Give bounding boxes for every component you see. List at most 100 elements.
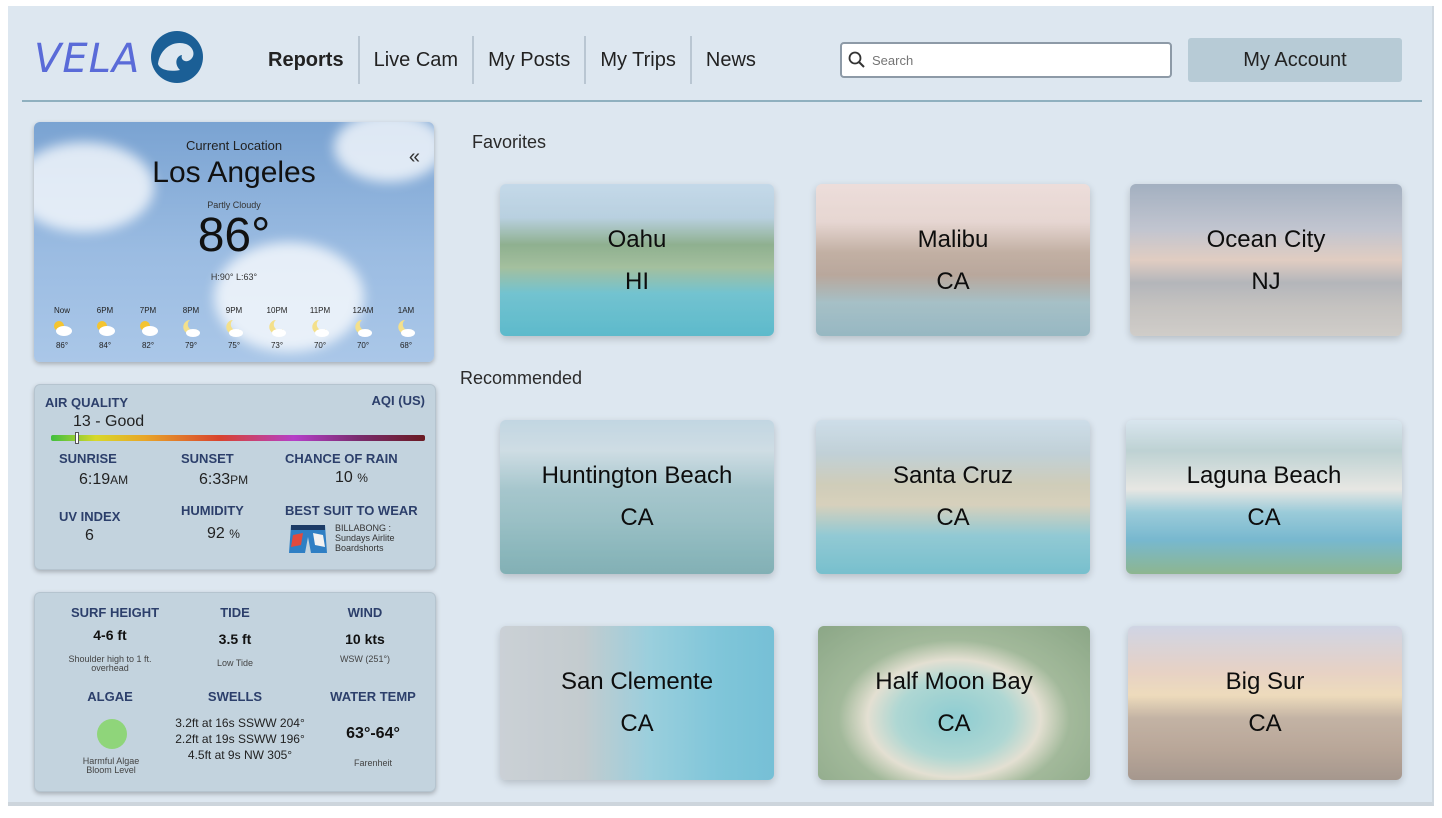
swell-item: 4.5ft at 9s NW 305° xyxy=(187,748,293,762)
hourly-forecast: Now 86° 6PM 84° 7PM 82° 8PM 79° 9PM 75° 10PM 73° 11P… xyxy=(42,306,426,350)
moon-cloud-icon xyxy=(226,320,243,337)
hour-forecast-item: 6PM 84° xyxy=(85,306,125,350)
current-temperature: 86° xyxy=(197,209,271,262)
hour-temp: 68° xyxy=(399,341,413,350)
moon-cloud-icon xyxy=(183,320,200,337)
tile-name: Half Moon Bay xyxy=(875,668,1033,695)
search-input[interactable] xyxy=(872,52,1152,68)
nav-reports[interactable]: Reports xyxy=(260,36,358,84)
algae-label: ALGAE xyxy=(87,689,133,704)
uv-index-value: 6 xyxy=(85,527,94,544)
chance-of-rain-value: 10 % xyxy=(335,469,368,486)
nav-my-trips[interactable]: My Trips xyxy=(584,36,690,84)
aqi-scale-bar xyxy=(51,435,425,441)
tide-label: TIDE xyxy=(220,605,250,620)
favorites-title: Favorites xyxy=(472,132,547,152)
recommended-tile-big-sur[interactable]: Big Sur CA xyxy=(1128,626,1402,780)
hour-time: 7PM xyxy=(139,306,157,315)
tile-name: Big Sur xyxy=(1225,668,1305,695)
hour-temp: 84° xyxy=(98,341,112,350)
recommended-tile-san-clemente[interactable]: San Clemente CA xyxy=(500,626,774,780)
water-temp-note: Farenheit xyxy=(353,758,393,768)
hour-temp: 86° xyxy=(55,341,69,350)
hour-temp: 70° xyxy=(356,341,370,350)
conditions-card: AIR QUALITY AQI (US) 13 - Good SUNRISE 6… xyxy=(34,384,436,570)
search-icon xyxy=(848,51,865,68)
water-temp-value: 63°-64° xyxy=(346,725,400,742)
hour-forecast-item: 1AM 68° xyxy=(386,306,426,350)
hour-forecast-item: 10PM 73° xyxy=(257,306,297,350)
humidity-value: 92 % xyxy=(207,525,240,542)
wind-note: WSW (251°) xyxy=(339,654,391,664)
tile-state: HI xyxy=(625,268,649,295)
tile-name: Laguna Beach xyxy=(1186,462,1342,489)
current-location-label: Current Location xyxy=(185,138,283,153)
sun-cloud-icon xyxy=(140,321,158,336)
recommended-tile-huntington-beach[interactable]: Huntington Beach CA xyxy=(500,420,774,574)
sunrise-label: SUNRISE xyxy=(59,451,117,466)
tile-overlay xyxy=(1128,626,1402,780)
surf-height-value: 4-6 ft xyxy=(93,627,127,643)
water-temp-label: WATER TEMP xyxy=(330,689,416,704)
tile-state: CA xyxy=(620,504,654,531)
tile-overlay xyxy=(818,626,1090,780)
hour-time: 6PM xyxy=(96,306,114,315)
wind-value: 10 kts xyxy=(345,631,385,647)
hour-temp: 73° xyxy=(270,341,284,350)
hour-forecast-item: 8PM 79° xyxy=(171,306,211,350)
wave-logo-icon[interactable] xyxy=(150,30,204,84)
boardshorts-icon[interactable] xyxy=(287,523,329,557)
air-quality-label: AIR QUALITY xyxy=(45,395,129,410)
tile-state: CA xyxy=(620,710,654,737)
aqi-marker xyxy=(75,432,80,444)
chance-of-rain-label: CHANCE OF RAIN xyxy=(285,451,398,466)
hour-forecast-item: 9PM 75° xyxy=(214,306,254,350)
city-name: Los Angeles xyxy=(152,156,316,189)
favorite-tile-malibu[interactable]: Malibu CA xyxy=(816,184,1090,336)
moon-cloud-icon xyxy=(355,320,372,337)
nav-my-posts[interactable]: My Posts xyxy=(472,36,584,84)
sun-cloud-icon xyxy=(54,321,72,336)
algae-level-indicator xyxy=(97,719,127,749)
tide-value: 3.5 ft xyxy=(218,631,252,647)
recommended-tile-half-moon-bay[interactable]: Half Moon Bay CA xyxy=(818,626,1090,780)
wind-label: WIND xyxy=(347,605,383,620)
hour-time: 8PM xyxy=(182,306,200,315)
hour-temp: 82° xyxy=(141,341,155,350)
recommended-tile-laguna-beach[interactable]: Laguna Beach CA xyxy=(1126,420,1402,574)
best-suit-name[interactable]: BILLABONG : Sundays Airlite Boardshorts xyxy=(335,523,427,553)
tile-state: CA xyxy=(936,504,970,531)
tile-state: CA xyxy=(1248,710,1282,737)
humidity-label: HUMIDITY xyxy=(181,503,244,518)
tile-overlay xyxy=(500,184,774,336)
aqi-unit-label: AQI (US) xyxy=(371,393,425,408)
swell-item: 2.2ft at 19s SSWW 196° xyxy=(175,732,305,746)
moon-cloud-icon xyxy=(312,320,329,337)
tile-overlay xyxy=(500,626,774,780)
tile-overlay xyxy=(1130,184,1402,336)
weather-card: Current Location Los Angeles Partly Clou… xyxy=(34,122,434,362)
vela-logo-text[interactable]: VELA xyxy=(34,36,140,82)
surf-height-label: SURF HEIGHT xyxy=(70,605,160,620)
nav-live-cam[interactable]: Live Cam xyxy=(357,36,472,84)
my-account-button[interactable]: My Account xyxy=(1188,38,1402,82)
swells-label: SWELLS xyxy=(207,689,263,704)
collapse-chevron-icon[interactable]: « xyxy=(409,146,420,169)
surf-height-note: Shoulder high to 1 ft. overhead xyxy=(68,654,152,673)
hour-time: 12AM xyxy=(352,306,374,315)
favorite-tile-oahu[interactable]: Oahu HI xyxy=(500,184,774,336)
favorite-tile-ocean-city[interactable]: Ocean City NJ xyxy=(1130,184,1402,336)
tile-state: CA xyxy=(936,268,970,295)
hour-time: 10PM xyxy=(266,306,288,315)
hour-temp: 79° xyxy=(184,341,198,350)
hour-time: 1AM xyxy=(397,306,415,315)
hour-forecast-item: 11PM 70° xyxy=(300,306,340,350)
app-frame: VELA Reports Live Cam My Posts My Trips … xyxy=(8,6,1434,806)
tile-state: NJ xyxy=(1251,268,1281,295)
nav-news[interactable]: News xyxy=(689,36,770,84)
recommended-tile-santa-cruz[interactable]: Santa Cruz CA xyxy=(816,420,1090,574)
tile-overlay xyxy=(816,184,1090,336)
header-divider xyxy=(22,100,1422,102)
tile-overlay xyxy=(816,420,1090,574)
search-box[interactable] xyxy=(840,42,1172,78)
